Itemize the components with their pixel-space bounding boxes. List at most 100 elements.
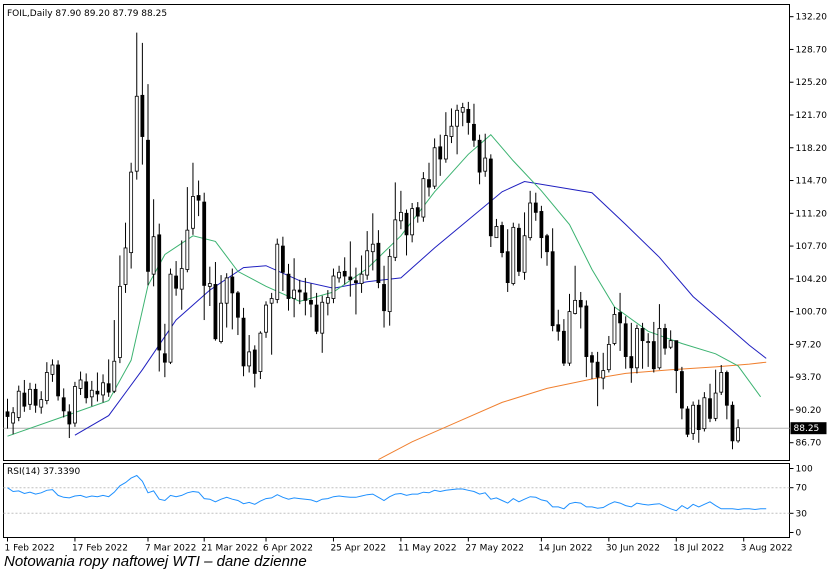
candle-body bbox=[702, 397, 707, 430]
x-tick-label: 18 Jul 2022 bbox=[673, 544, 724, 554]
candle-body bbox=[61, 397, 66, 412]
candle-body bbox=[427, 179, 431, 188]
candle-body bbox=[101, 382, 105, 396]
candle-body bbox=[646, 341, 651, 343]
candle-body bbox=[241, 317, 246, 367]
candle-body bbox=[118, 285, 122, 358]
x-axis-labels: 1 Feb 2022 17 Feb 2022 7 Mar 2022 21 Mar 20… bbox=[5, 537, 793, 554]
candle-body bbox=[483, 157, 488, 172]
candle-body bbox=[505, 251, 510, 283]
y-tick-label: 111.20 bbox=[796, 209, 828, 219]
candle-body bbox=[303, 292, 308, 301]
candle-body bbox=[539, 211, 544, 239]
candle-body bbox=[320, 301, 325, 334]
candle bbox=[73, 381, 77, 427]
candle-body bbox=[382, 284, 386, 312]
candle-body bbox=[73, 386, 77, 424]
candle-body bbox=[595, 361, 600, 378]
candle bbox=[421, 172, 426, 222]
candle-body bbox=[264, 304, 268, 333]
x-tick-label: 11 May 2022 bbox=[398, 544, 457, 554]
candle-body bbox=[494, 226, 499, 239]
candle-body bbox=[472, 123, 476, 141]
candle-body bbox=[415, 207, 420, 217]
candle-body bbox=[393, 219, 398, 258]
rsi-tick-label: 100 bbox=[796, 465, 813, 475]
y-axis-labels: 132.20 128.70 125.20 121.70 118.20 114.70 111.… bbox=[789, 13, 828, 449]
candle-body bbox=[191, 196, 195, 229]
candle-body bbox=[432, 147, 437, 187]
candle bbox=[241, 307, 246, 377]
candle-body bbox=[460, 107, 465, 113]
candle-body bbox=[236, 292, 240, 318]
candle-body bbox=[56, 364, 60, 397]
candle-body bbox=[657, 328, 662, 369]
candle-body bbox=[16, 390, 21, 418]
candle-body bbox=[11, 412, 16, 424]
x-tick-label: 7 Mar 2022 bbox=[145, 544, 196, 554]
x-tick-label: 27 May 2022 bbox=[465, 544, 524, 554]
candle-body bbox=[39, 399, 44, 408]
candle-body bbox=[168, 273, 173, 363]
candle-body bbox=[443, 135, 448, 160]
candle-body bbox=[123, 247, 128, 285]
candle-body bbox=[578, 299, 583, 308]
candle-body bbox=[157, 234, 162, 351]
candle-body bbox=[668, 340, 673, 348]
candle-body bbox=[174, 275, 179, 289]
candle-body bbox=[224, 277, 229, 304]
chart-caption: Notowania ropy naftowej WTI – dane dzien… bbox=[4, 553, 307, 570]
candle-body bbox=[342, 270, 347, 277]
candle-body bbox=[522, 235, 527, 273]
candle-body bbox=[455, 109, 460, 127]
last-price-label: 88.25 bbox=[794, 424, 820, 434]
candle-body bbox=[674, 340, 679, 372]
candle-body bbox=[44, 372, 49, 401]
chart-svg: FOIL,Daily 87.90 89.20 87.79 88.25 RSI(1… bbox=[3, 4, 828, 554]
candle bbox=[517, 223, 521, 277]
candle-body bbox=[252, 349, 257, 374]
candle-body bbox=[635, 328, 639, 369]
candle-body bbox=[680, 371, 684, 409]
candle bbox=[157, 223, 162, 372]
candle bbox=[264, 301, 268, 338]
candle-body bbox=[651, 341, 656, 370]
candle-body bbox=[410, 208, 415, 236]
candle-body bbox=[106, 383, 111, 393]
candle-body bbox=[33, 388, 38, 406]
candle-body bbox=[623, 323, 628, 357]
candle-body bbox=[567, 311, 572, 364]
y-tick-label: 93.70 bbox=[796, 373, 822, 383]
candle-body bbox=[449, 125, 454, 137]
last-price-marker: 88.25 bbox=[790, 422, 827, 435]
candle-body bbox=[50, 364, 55, 375]
candle-body bbox=[629, 356, 634, 369]
rsi-tick-label: 30 bbox=[796, 509, 808, 519]
candle-body bbox=[112, 360, 117, 392]
rsi-pane bbox=[3, 463, 790, 538]
y-tick-label: 90.20 bbox=[796, 406, 822, 416]
candle-body bbox=[708, 398, 712, 419]
candle-body bbox=[219, 302, 223, 342]
y-tick-label: 128.70 bbox=[796, 45, 828, 55]
candle bbox=[511, 222, 516, 286]
candle-body bbox=[663, 328, 667, 349]
y-tick-label: 121.70 bbox=[796, 111, 828, 121]
candle-body bbox=[545, 235, 549, 253]
candle-body bbox=[179, 268, 184, 290]
candle-body bbox=[22, 392, 27, 407]
candle-body bbox=[612, 314, 617, 344]
candle-body bbox=[95, 390, 100, 395]
candle-body bbox=[387, 255, 392, 313]
y-tick-label: 86.70 bbox=[796, 439, 822, 449]
candle-body bbox=[89, 389, 94, 398]
candle bbox=[56, 360, 60, 401]
candle-body bbox=[477, 139, 482, 173]
candle-body bbox=[533, 202, 538, 213]
candle-body bbox=[146, 139, 150, 272]
candle-body bbox=[325, 297, 330, 304]
candle bbox=[635, 324, 639, 374]
candle-body bbox=[517, 227, 521, 272]
candle-body bbox=[78, 379, 83, 389]
candle-body bbox=[590, 355, 594, 363]
